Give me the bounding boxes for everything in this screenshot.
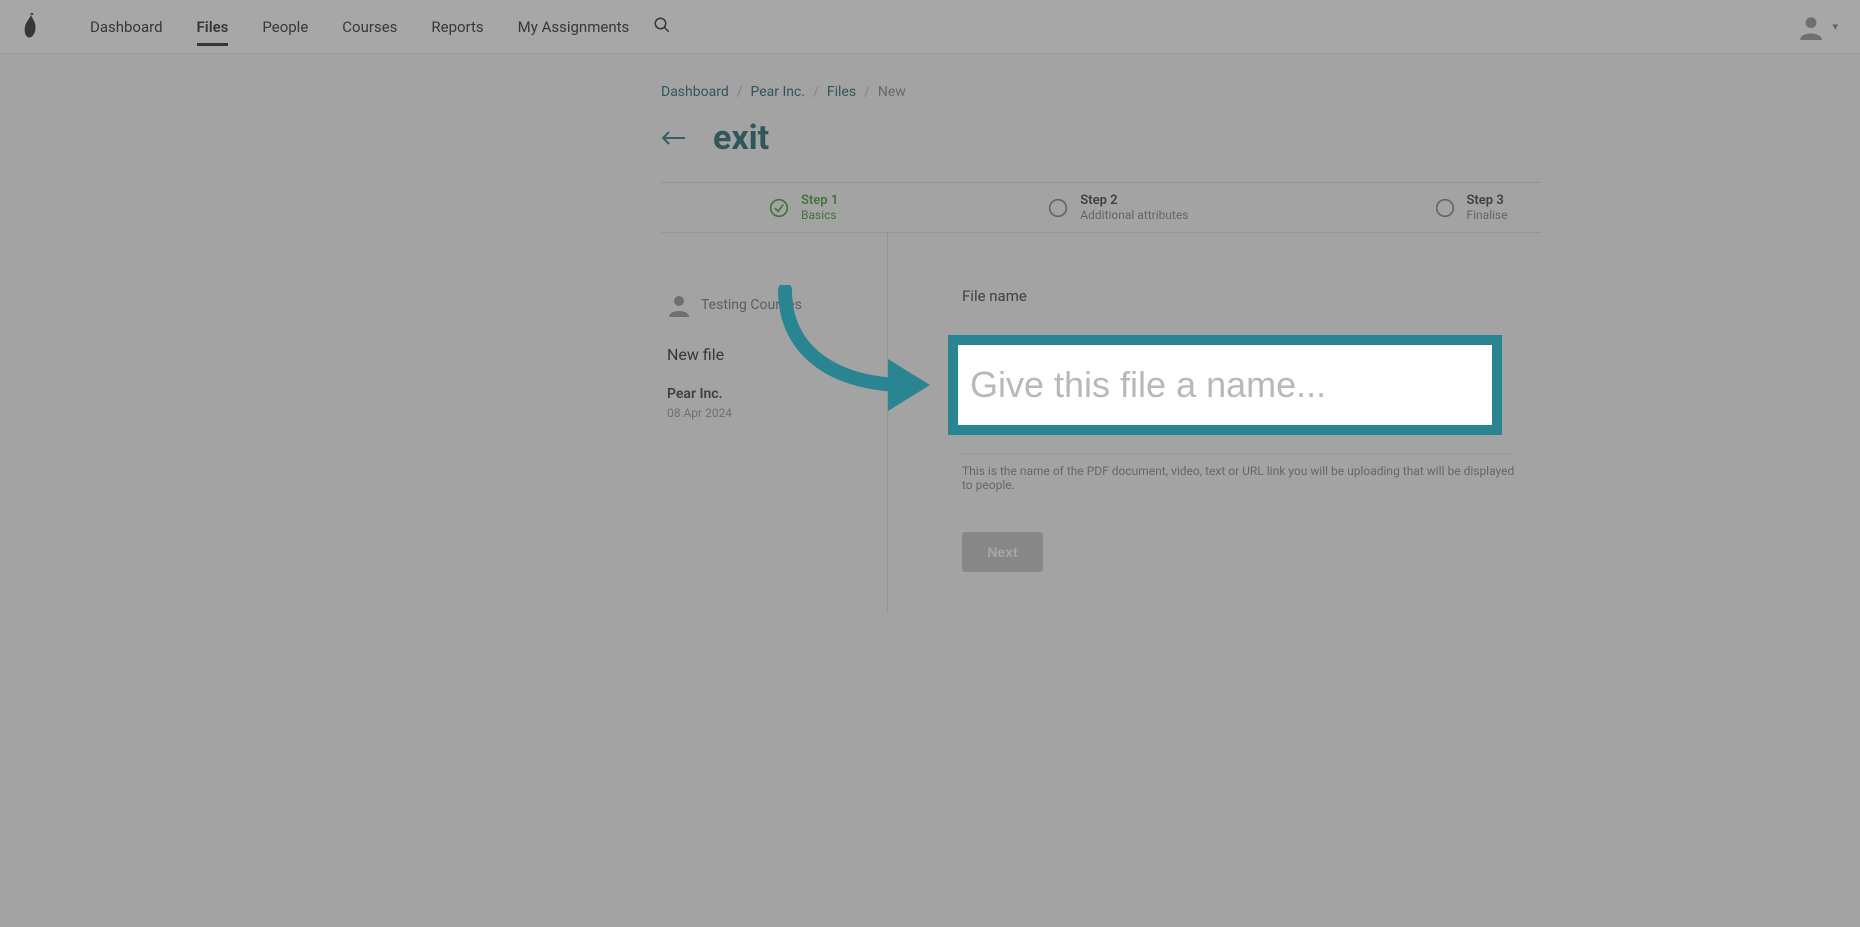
user-menu[interactable]: ▾ (1798, 14, 1838, 40)
helper-text: This is the name of the PDF document, vi… (962, 464, 1522, 492)
breadcrumb-current: New (878, 84, 906, 100)
breadcrumb: Dashboard / Pear Inc. / Files / New (661, 84, 1542, 100)
back-button[interactable] (661, 126, 687, 151)
step-subtitle: Basics (801, 208, 838, 222)
step-1[interactable]: Step 1 Basics (769, 183, 838, 232)
nav-items: Dashboard Files People Courses Reports M… (90, 2, 629, 52)
summary-pane: Testing Courses New file Pear Inc. 08 Ap… (661, 233, 888, 613)
file-name-input[interactable] (958, 345, 1492, 425)
divider (962, 453, 1512, 454)
file-name-highlight (948, 335, 1502, 435)
brand-logo-icon (22, 13, 40, 41)
breadcrumb-company[interactable]: Pear Inc. (751, 84, 806, 100)
chevron-down-icon: ▾ (1832, 20, 1838, 33)
top-nav: Dashboard Files People Courses Reports M… (0, 0, 1860, 54)
author-row: Testing Courses (667, 293, 881, 317)
search-button[interactable] (653, 16, 671, 38)
nav-my-assignments[interactable]: My Assignments (518, 2, 630, 52)
circle-icon (1048, 198, 1068, 218)
nav-courses[interactable]: Courses (342, 2, 397, 52)
arrow-left-icon (661, 131, 687, 145)
breadcrumb-sep: / (864, 84, 870, 100)
stepper: Step 1 Basics Step 2 Additional attribut… (661, 182, 1541, 233)
breadcrumb-files[interactable]: Files (827, 84, 856, 100)
company-name: Pear Inc. (667, 386, 881, 402)
next-button[interactable]: Next (962, 532, 1043, 572)
breadcrumb-sep: / (737, 84, 743, 100)
step-subtitle: Finalise (1467, 208, 1508, 222)
avatar-icon (1798, 14, 1824, 40)
created-date: 08 Apr 2024 (667, 406, 881, 420)
page-title: exit (713, 118, 769, 158)
nav-people[interactable]: People (262, 2, 308, 52)
body-split: Testing Courses New file Pear Inc. 08 Ap… (661, 233, 1541, 613)
step-3[interactable]: Step 3 Finalise (1435, 183, 1508, 232)
step-title: Step 3 (1467, 193, 1508, 208)
form-pane: File name This is the name of the PDF do… (888, 233, 1541, 613)
author-name: Testing Courses (701, 297, 802, 313)
search-icon (653, 16, 671, 34)
nav-dashboard[interactable]: Dashboard (90, 2, 163, 52)
check-circle-icon (769, 198, 789, 218)
nav-files[interactable]: Files (197, 2, 229, 52)
title-row: exit (661, 118, 1542, 158)
file-title: New file (667, 345, 881, 364)
avatar-icon (667, 293, 691, 317)
step-2[interactable]: Step 2 Additional attributes (1048, 183, 1188, 232)
main-content: Dashboard / Pear Inc. / Files / New exit… (318, 54, 1542, 613)
step-title: Step 1 (801, 193, 838, 208)
nav-reports[interactable]: Reports (431, 2, 483, 52)
breadcrumb-dashboard[interactable]: Dashboard (661, 84, 729, 100)
step-subtitle: Additional attributes (1080, 208, 1188, 222)
step-title: Step 2 (1080, 193, 1188, 208)
file-name-label: File name (962, 287, 1541, 305)
breadcrumb-sep: / (813, 84, 819, 100)
circle-icon (1435, 198, 1455, 218)
